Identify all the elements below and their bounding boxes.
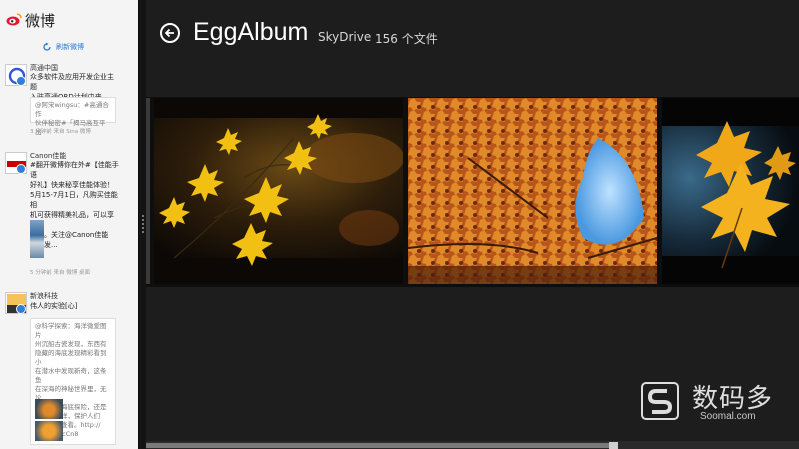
post-author[interactable]: 新浪科技 bbox=[30, 291, 58, 301]
splitter-grip-icon[interactable] bbox=[142, 215, 144, 233]
page-title: EggAlbum bbox=[193, 18, 309, 46]
repost-image[interactable] bbox=[35, 399, 63, 419]
scrollbar-thumb[interactable] bbox=[146, 443, 616, 448]
file-count: 156 个文件 bbox=[375, 32, 438, 46]
scrollbar-position-marker[interactable] bbox=[609, 442, 618, 449]
refresh-icon bbox=[43, 42, 51, 51]
photo-image bbox=[154, 98, 403, 284]
weibo-post[interactable]: 新浪科技 伟人的实验[心] @科学探索：海洋微爱图片 州沉船古瓷发现，东西有 隐… bbox=[0, 288, 138, 449]
photo-tile[interactable] bbox=[408, 98, 657, 284]
repost-image[interactable] bbox=[35, 421, 63, 441]
back-arrow-icon bbox=[164, 28, 174, 38]
photo-tile[interactable] bbox=[154, 98, 403, 284]
photo-image bbox=[662, 98, 799, 284]
weibo-logo-icon bbox=[6, 13, 22, 26]
post-meta: 5 分钟前 来自 微博 桌面 bbox=[30, 270, 90, 276]
soomal-watermark: 数码多 Soomal.com bbox=[640, 378, 795, 426]
refresh-label: 刷新微博 bbox=[56, 43, 84, 51]
refresh-button[interactable]: 刷新微博 bbox=[42, 40, 84, 54]
weibo-header: 微博 bbox=[0, 0, 138, 36]
soomal-logo-icon bbox=[641, 382, 679, 420]
weibo-sidebar: 微博 刷新微博 高通中国 众多软件及应用开发企业主题 入驻高通QRD计划中来。[… bbox=[0, 0, 138, 449]
back-button[interactable] bbox=[160, 23, 180, 43]
post-text: 伟人的实验[心] bbox=[30, 302, 78, 310]
photo-tile[interactable] bbox=[662, 98, 799, 284]
repost-box[interactable]: @阿宋wingsu：#高通合作 伙伴秘密#「揭马高互平出 bbox=[30, 97, 116, 136]
weibo-post[interactable]: 高通中国 众多软件及应用开发企业主题 入驻高通QRD计划中来。[围] @阿宋wi… bbox=[0, 60, 138, 140]
photo-image bbox=[408, 98, 657, 284]
watermark-en: Soomal.com bbox=[700, 411, 756, 422]
photo-tile[interactable] bbox=[146, 98, 150, 284]
watermark-cn: 数码多 bbox=[692, 384, 774, 414]
weibo-title: 微博 bbox=[25, 12, 56, 30]
snap-splitter[interactable] bbox=[138, 0, 146, 449]
verified-icon bbox=[16, 76, 26, 86]
verified-icon bbox=[16, 304, 26, 314]
verified-icon bbox=[16, 164, 26, 174]
weibo-post[interactable]: Canon佳能 #翻开微博你在外#【佳能手语 好礼】快来秘享佳能体验！ 5月15… bbox=[0, 148, 138, 278]
post-meta: 3 分钟前 来自 Sina 微博 bbox=[30, 129, 91, 135]
source-label: SkyDrive bbox=[318, 30, 372, 44]
post-thumbnail[interactable] bbox=[30, 220, 44, 258]
